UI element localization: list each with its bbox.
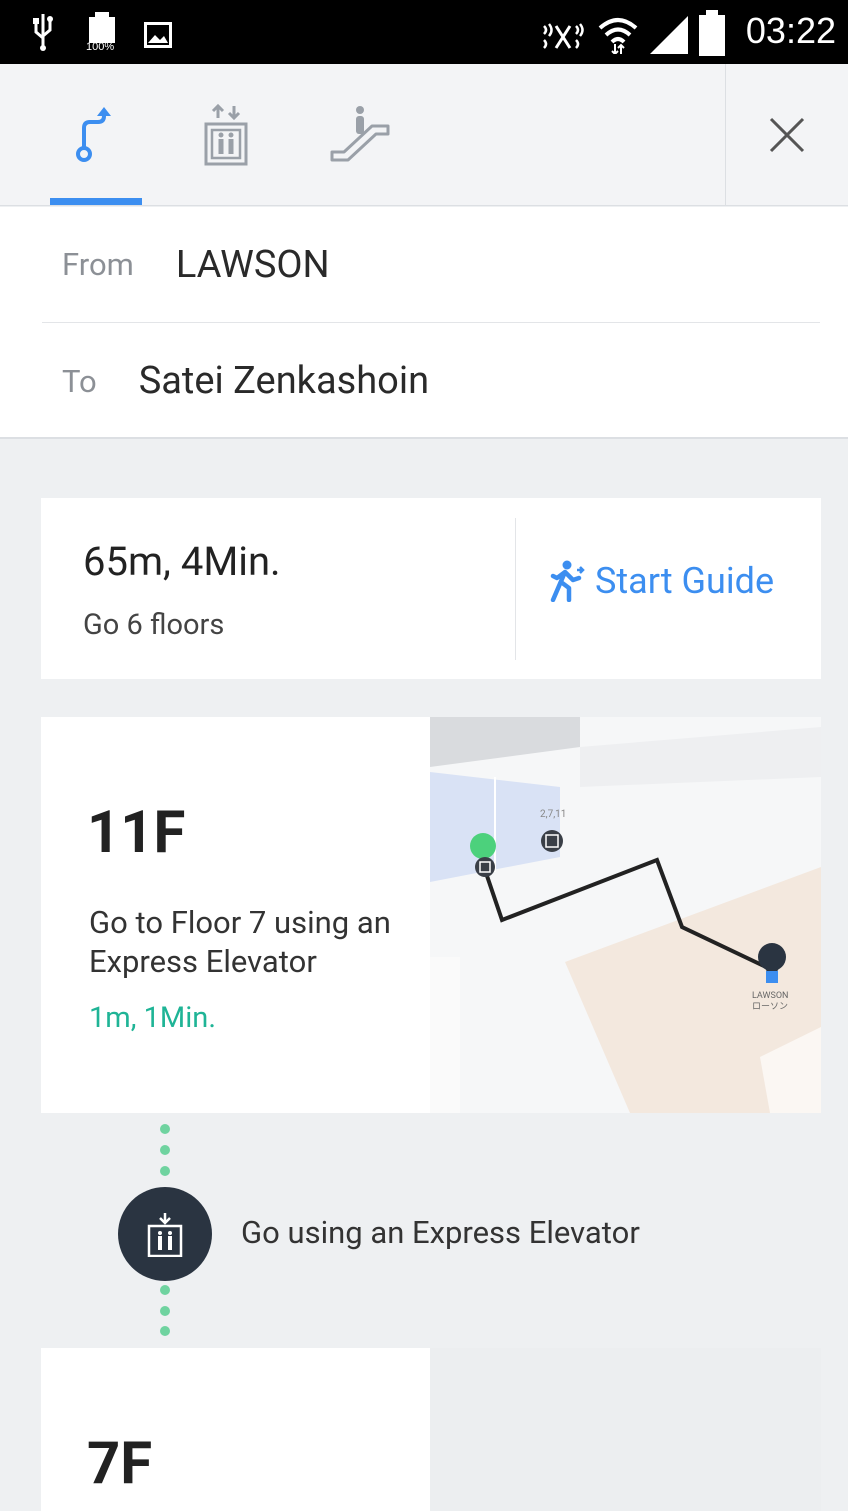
route-icon [76,107,111,162]
connector-dot [160,1166,170,1176]
elevator-connector[interactable] [118,1187,212,1281]
close-button[interactable] [726,64,848,206]
to-value: Satei Zenkashoin [138,359,430,403]
tab-elevator[interactable] [176,64,276,204]
tab-route[interactable] [46,64,146,205]
from-field[interactable]: From LAWSON [42,207,820,323]
from-value: LAWSON [175,242,330,287]
to-field[interactable]: To Satei Zenkashoin [42,323,820,439]
walking-person-icon [550,560,585,602]
status-time: 03:22 [745,10,836,51]
usb-icon [33,14,53,51]
connector-dot [160,1326,170,1336]
connector-dot [160,1285,170,1295]
route-summary-card: 65m, 4Min. Go 6 floors Start Guide [41,498,821,679]
signal-icon [650,16,688,54]
floor-step-card-11f[interactable]: 11F Go to Floor 7 using an Express Eleva… [41,717,821,1113]
mode-toolbar [0,64,848,206]
connector-instruction: Go using an Express Elevator [241,1214,640,1251]
elevator-floors-tag: 2,7,11 [540,809,566,820]
image-icon [144,22,172,48]
escalator-icon [330,106,390,162]
step-meta: 1m, 1Min. [89,1001,216,1035]
start-guide-button[interactable]: Start Guide [547,560,774,602]
battery-full-icon: 100% [86,12,118,54]
floors-count: Go 6 floors [83,608,225,642]
floor-map[interactable] [430,1348,821,1511]
summary-divider [515,518,516,660]
floor-step-card-7f[interactable]: 7F [41,1348,821,1511]
destination-label-jp: ローソン [752,1002,788,1012]
wifi-icon [598,18,638,54]
step-instruction: Go to Floor 7 using an Express Elevator [89,904,391,980]
from-label: From [62,246,134,283]
status-bar: 100% 03:22 [0,0,848,64]
connector-dot [160,1124,170,1134]
elevator-icon [204,103,248,166]
connector-dot [160,1306,170,1316]
floor-label: 11F [87,799,186,867]
connector-dot [160,1145,170,1155]
floor-map[interactable]: 2,7,11 LAWSON ローソン [430,717,821,1113]
express-elevator-icon [147,1213,183,1257]
start-guide-label: Start Guide [595,560,775,602]
close-icon [769,117,805,153]
mute-vibrate-icon [543,23,584,49]
battery-percent: 100% [86,41,115,53]
destination-label-en: LAWSON [752,991,788,1001]
battery-icon [699,10,725,56]
floor-label: 7F [87,1430,153,1498]
to-label: To [62,362,97,400]
tab-escalator[interactable] [310,64,410,204]
distance-time: 65m, 4Min. [83,538,281,585]
route-fields: From LAWSON To Satei Zenkashoin [0,207,848,439]
